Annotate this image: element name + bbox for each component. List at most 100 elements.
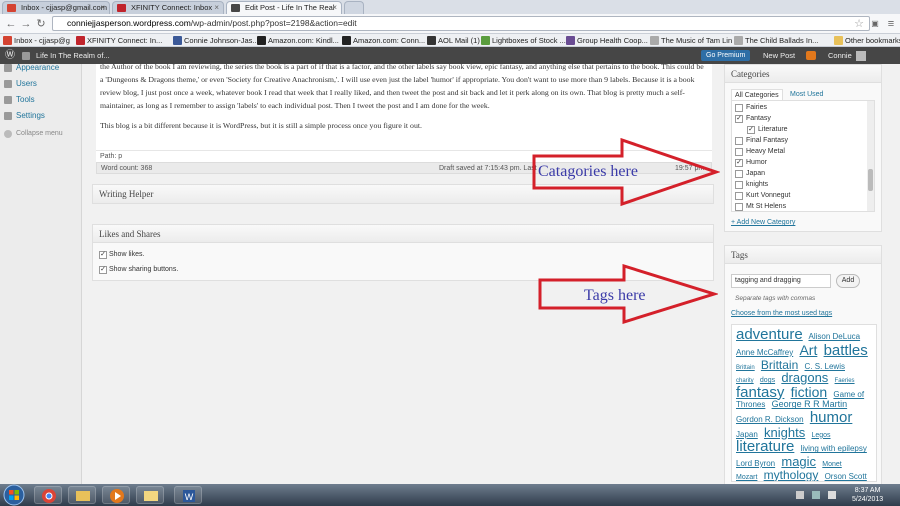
category-checkbox[interactable]: ✓ xyxy=(735,159,743,167)
bookmark-item[interactable]: Other bookmarks xyxy=(834,35,900,46)
tag-link[interactable]: Gordon R. Dickson xyxy=(736,415,804,424)
add-new-category-link[interactable]: + Add New Category xyxy=(731,219,795,226)
back-arrow-icon[interactable]: ← xyxy=(4,17,18,31)
tag-link[interactable]: Lord Byron xyxy=(736,459,775,468)
sidebar-item-settings[interactable]: Settings xyxy=(0,108,82,124)
category-checkbox[interactable] xyxy=(735,181,743,189)
bookmark-item[interactable]: Connie Johnson-Jas... xyxy=(173,35,259,46)
tag-input[interactable]: tagging and dragging xyxy=(731,274,831,288)
close-icon[interactable]: × xyxy=(332,2,337,14)
tag-link[interactable]: Legos xyxy=(811,432,830,439)
forward-arrow-icon[interactable]: → xyxy=(19,17,33,31)
category-item[interactable]: ✓ Humor xyxy=(735,158,767,168)
tag-link[interactable]: humor xyxy=(810,409,853,426)
category-item[interactable]: Mt St Helens xyxy=(735,202,786,211)
bookmark-item[interactable]: The Music of Tam Lin xyxy=(650,35,732,46)
category-item[interactable]: Heavy Metal xyxy=(735,147,785,157)
category-checkbox[interactable] xyxy=(735,203,743,211)
scrollbar-thumb[interactable] xyxy=(868,169,873,191)
reload-icon[interactable]: ↻ xyxy=(34,17,48,31)
tag-link[interactable]: magic xyxy=(781,454,816,469)
go-premium-button[interactable]: Go Premium xyxy=(701,50,751,61)
add-tag-button[interactable]: Add xyxy=(836,274,860,288)
show-sharing-option[interactable]: ✓ Show sharing buttons. xyxy=(99,265,178,275)
avatar[interactable] xyxy=(856,51,866,61)
volume-icon[interactable] xyxy=(828,491,836,499)
tag-link[interactable]: Brittain xyxy=(736,365,755,371)
chrome-taskbar-button[interactable] xyxy=(34,486,62,504)
bookmark-item[interactable]: Lightboxes of Stock ... xyxy=(481,35,566,46)
category-checkbox[interactable] xyxy=(735,148,743,156)
category-checkbox[interactable] xyxy=(735,192,743,200)
category-item[interactable]: ✓ Literature xyxy=(747,125,788,135)
system-clock[interactable]: 8:37 AM 5/24/2013 xyxy=(852,486,883,504)
tab-gmail[interactable]: Inbox - cjjasp@gmail.com × xyxy=(2,1,110,14)
category-item[interactable]: Kurt Vonnegut xyxy=(735,191,790,201)
bookmark-item[interactable]: The Child Ballads In... xyxy=(734,35,818,46)
tag-link[interactable]: Alison DeLuca xyxy=(809,332,861,341)
bookmark-item[interactable]: Group Health Coop... xyxy=(566,35,648,46)
url-input[interactable]: conniejjasperson.wordpress.com/wp-admin/… xyxy=(52,16,870,31)
category-item[interactable]: Japan xyxy=(735,169,765,179)
choose-most-used-tags-link[interactable]: Choose from the most used tags xyxy=(731,310,832,317)
categories-scrollbar[interactable] xyxy=(867,101,874,211)
tag-link[interactable]: adventure xyxy=(736,326,803,343)
show-sharing-checkbox[interactable]: ✓ xyxy=(99,266,107,274)
sidebar-item-tools[interactable]: Tools xyxy=(0,92,82,108)
tag-link[interactable]: Faeries xyxy=(835,378,855,384)
bookmark-item[interactable]: Amazon.com: Kindl... xyxy=(257,35,339,46)
bookmark-item[interactable]: XFINITY Connect: In... xyxy=(76,35,162,46)
category-item[interactable]: Fairies xyxy=(735,103,767,113)
tab-most-used[interactable]: Most Used xyxy=(787,89,826,100)
notifications-icon[interactable] xyxy=(806,51,816,60)
bookmark-item[interactable]: Amazon.com: Conn... xyxy=(342,35,425,46)
collapse-menu-button[interactable]: Collapse menu xyxy=(0,126,82,142)
tag-link[interactable]: mythology xyxy=(764,468,819,481)
tag-link[interactable]: fantasy xyxy=(736,384,784,401)
show-likes-checkbox[interactable]: ✓ xyxy=(99,251,107,259)
explorer-taskbar-button[interactable] xyxy=(68,486,96,504)
folder-taskbar-button[interactable] xyxy=(136,486,164,504)
bookmark-item[interactable]: Inbox - cjjasp@g xyxy=(3,35,70,46)
categories-title[interactable]: Categories xyxy=(725,65,881,83)
tag-link[interactable]: Monet xyxy=(822,461,841,468)
star-icon[interactable]: ☆ xyxy=(852,17,866,31)
category-item[interactable]: knights xyxy=(735,180,768,190)
media-player-taskbar-button[interactable] xyxy=(102,486,130,504)
tag-link[interactable]: Japan xyxy=(736,430,758,439)
menu-icon[interactable]: ≡ xyxy=(884,17,898,31)
tag-link[interactable]: battles xyxy=(824,342,868,359)
word-taskbar-button[interactable]: W xyxy=(174,486,202,504)
tag-link[interactable]: George R R Martin xyxy=(772,399,848,409)
sidebar-item-appearance[interactable]: Appearance xyxy=(0,60,82,76)
tags-title[interactable]: Tags xyxy=(725,246,881,264)
show-likes-option[interactable]: ✓ Show likes. xyxy=(99,250,144,260)
tab-edit-post[interactable]: Edit Post - Life In The Real × xyxy=(226,1,342,14)
category-checkbox[interactable] xyxy=(735,170,743,178)
new-post-link[interactable]: New Post xyxy=(763,47,795,64)
sidebar-item-users[interactable]: Users xyxy=(0,76,82,92)
user-name[interactable]: Connie xyxy=(828,47,852,64)
close-icon[interactable]: × xyxy=(214,2,219,14)
tag-link[interactable]: Anne McCaffrey xyxy=(736,348,793,357)
category-checkbox[interactable]: ✓ xyxy=(747,126,755,134)
categories-list[interactable]: Fairies ✓ Fantasy ✓ Literature Final Fantasy H… xyxy=(731,100,875,212)
tag-link[interactable]: living with epilepsy xyxy=(801,444,867,453)
start-button[interactable] xyxy=(3,484,29,506)
tag-link[interactable]: Art xyxy=(799,342,817,358)
new-tab-button[interactable] xyxy=(344,1,364,14)
category-checkbox[interactable] xyxy=(735,137,743,145)
category-item[interactable]: Final Fantasy xyxy=(735,136,788,146)
network-icon[interactable] xyxy=(812,491,820,499)
tag-link[interactable]: fiction xyxy=(791,384,828,400)
tag-link[interactable]: dragons xyxy=(781,370,828,385)
tag-link[interactable]: literature xyxy=(736,438,794,455)
likes-shares-title[interactable]: Likes and Shares xyxy=(93,225,713,243)
category-checkbox[interactable]: ✓ xyxy=(735,115,743,123)
extension-icon[interactable]: ▣ xyxy=(868,17,882,31)
bookmark-item[interactable]: AOL Mail (1) xyxy=(427,35,480,46)
category-item[interactable]: ✓ Fantasy xyxy=(735,114,771,124)
tray-icon[interactable] xyxy=(796,491,804,499)
category-checkbox[interactable] xyxy=(735,104,743,112)
tab-xfinity[interactable]: XFINITY Connect: Inbox × xyxy=(112,1,224,14)
